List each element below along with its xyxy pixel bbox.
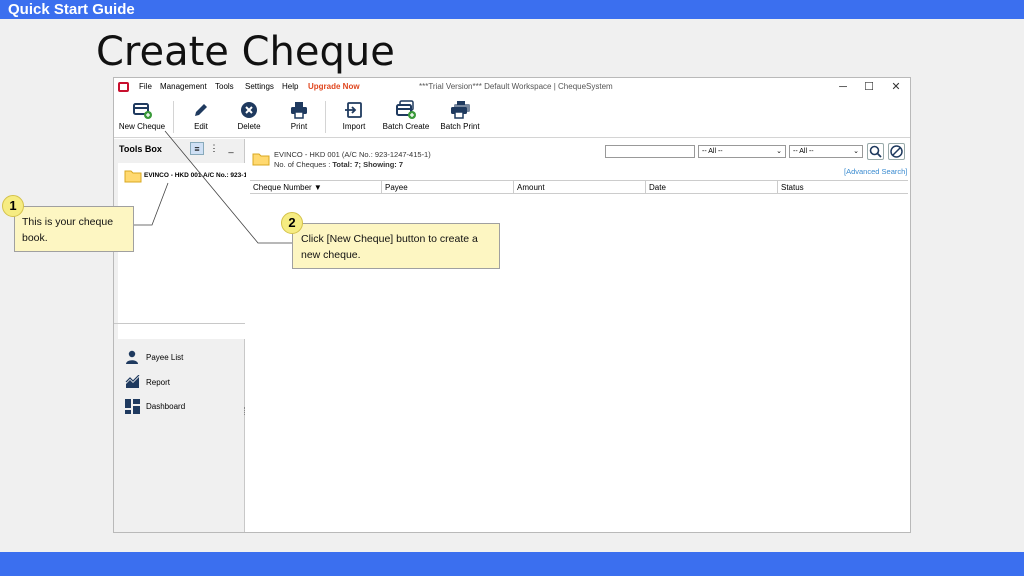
- callout-text: Click [New Cheque] button to create a ne…: [301, 233, 478, 261]
- slide-footer-bar: [0, 552, 1024, 576]
- callout-cheque-book: This is your cheque book.: [14, 206, 134, 252]
- callout-leader-lines: [134, 130, 292, 244]
- step-badge-2: 2: [281, 212, 303, 234]
- step-badge-1: 1: [2, 195, 24, 217]
- callout-new-cheque: Click [New Cheque] button to create a ne…: [292, 223, 500, 269]
- callout-text: This is your cheque book.: [22, 216, 114, 244]
